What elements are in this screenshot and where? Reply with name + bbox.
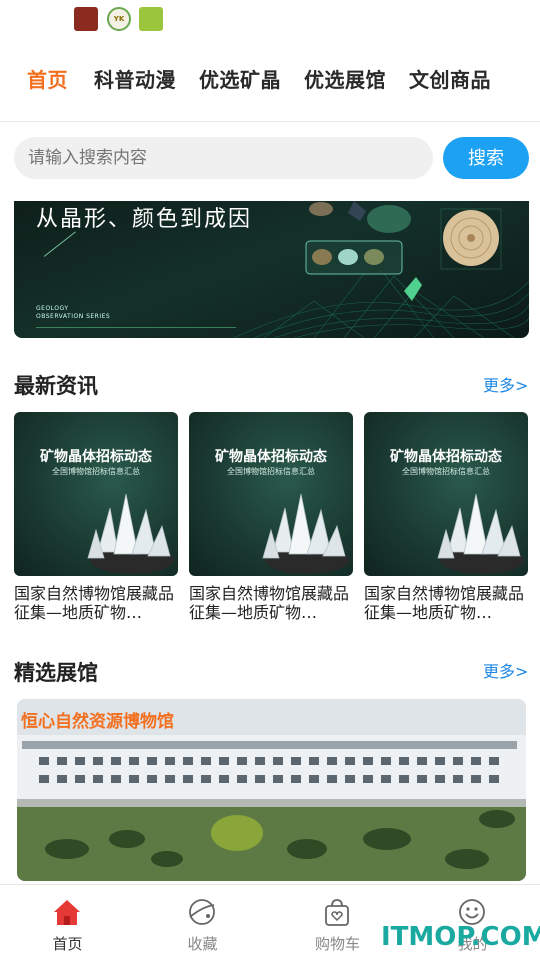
bottom-tab-home[interactable]: 首页 [0,885,135,960]
news-card-text: 国家自然博物馆展藏品征集—地质矿物… [189,584,350,622]
status-bar: YK [0,0,540,40]
quartz-crystal-image [437,493,524,574]
featured-museum-card[interactable]: 恒心自然资源博物馆 [17,699,526,881]
news-card-text: 国家自然博物馆展藏品征集—地质矿物… [364,584,525,622]
wood-cross-section [440,208,502,270]
banner-subtitle-line1: GEOLOGY [36,305,69,312]
news-card[interactable]: 矿物晶体招标动态 全国博物馆招标信息汇总 国家自然博物馆展藏品征集—地质矿物… [189,412,353,622]
bottom-tab-home-label: 首页 [52,935,83,953]
museums-more-link[interactable]: 更多> [483,658,528,682]
news-card-image: 矿物晶体招标动态 全国博物馆招标信息汇总 [14,412,178,576]
news-more-link[interactable]: 更多> [483,372,528,396]
featured-museum-name: 恒心自然资源博物馆 [21,712,174,732]
banner-subtitle-line2: OBSERVATION SERIES [36,313,111,320]
top-nav: 首页 科普动漫 优选矿晶 优选展馆 文创商品 [0,56,540,102]
banner[interactable]: 从晶形、颜色到成因 GEOLOGY OBSERVATION SERIES [14,201,529,338]
news-card[interactable]: 矿物晶体招标动态 全国博物馆招标信息汇总 国家自然博物馆展藏品征集—地质矿物… [364,412,528,622]
bottom-tab-favorites[interactable]: 收藏 [135,885,270,960]
quartz-crystal-image [87,493,174,574]
site-watermark: ITMOP.COM [381,922,540,952]
news-card-image: 矿物晶体招标动态 全国博物馆招标信息汇总 [364,412,528,576]
planet-icon [189,899,215,925]
app-icon-yk-label: YK [113,15,125,23]
banner-title: 从晶形、颜色到成因 [36,207,253,232]
mineral-display-case [305,240,403,275]
search-button[interactable]: 搜索 [443,137,529,179]
tab-cultural-products[interactable]: 文创商品 [409,64,491,93]
mineral-samples-top [309,201,411,233]
museums-section-title: 精选展馆 [14,661,98,685]
app-icon-red [74,7,98,31]
tab-selected-minerals[interactable]: 优选矿晶 [199,64,281,93]
bottom-tab-favorites-label: 收藏 [187,935,218,953]
tab-selected-museums[interactable]: 优选展馆 [304,64,386,93]
app-icon-green [139,7,163,31]
banner-underline [36,327,236,328]
app-icon-yk: YK [107,7,131,31]
search-input[interactable] [14,137,433,179]
news-card-text: 国家自然博物馆展藏品征集—地质矿物… [14,584,175,622]
nav-divider [0,121,540,122]
tab-science-animation[interactable]: 科普动漫 [94,64,176,93]
news-card-image: 矿物晶体招标动态 全国博物馆招标信息汇总 [189,412,353,576]
news-card[interactable]: 矿物晶体招标动态 全国博物馆招标信息汇总 国家自然博物馆展藏品征集—地质矿物… [14,412,178,622]
green-crystal [404,277,422,301]
banner-subtitle: GEOLOGY OBSERVATION SERIES [36,305,110,321]
quartz-crystal-image [262,493,349,574]
home-icon [54,900,80,925]
shopping-bag-icon [325,899,349,926]
news-section-title: 最新资讯 [14,374,98,398]
tab-home[interactable]: 首页 [27,64,68,93]
